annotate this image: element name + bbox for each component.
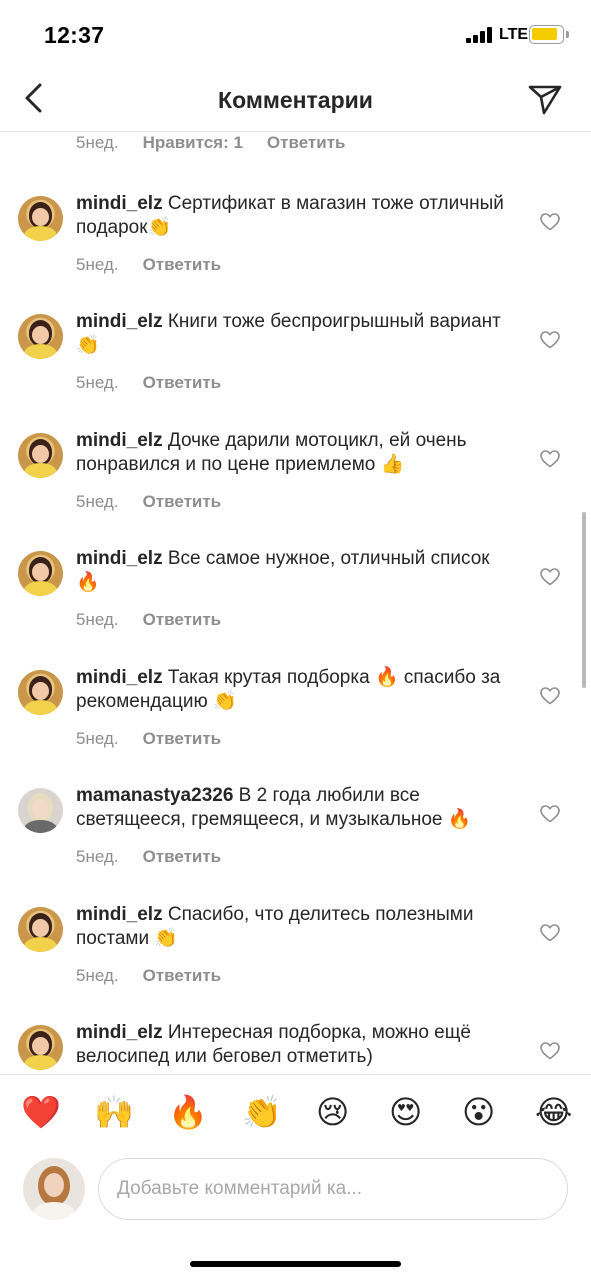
comment-meta: 5нед. Ответить <box>76 966 221 986</box>
heart-outline-icon[interactable] <box>540 805 560 823</box>
comment-item: mindi_elz Сертификат в магазин тоже отли… <box>0 192 591 313</box>
comment-time: 5нед. <box>76 966 119 985</box>
heart-outline-icon[interactable] <box>540 687 560 705</box>
reply-button[interactable]: Ответить <box>143 492 222 512</box>
reply-button[interactable]: Ответить <box>143 610 222 630</box>
emoji-bar: ❤️ 🙌 🔥 👏 😢 😍 😮 😂 <box>0 1074 591 1148</box>
comment-text: mindi_elz Сертификат в магазин тоже отли… <box>76 192 516 240</box>
comment-text: mamanastya2326 В 2 года любили все светя… <box>76 784 516 832</box>
reply-button[interactable]: Ответить <box>143 373 222 393</box>
crying-emoji[interactable]: 😢 <box>316 1093 349 1131</box>
heart-eyes-emoji[interactable]: 😍 <box>389 1093 422 1131</box>
scrollbar[interactable] <box>582 512 586 688</box>
heart-emoji[interactable]: ❤️ <box>21 1093 61 1131</box>
comment-meta: 5нед. Ответить <box>76 847 221 867</box>
comment-meta: 5нед. Ответить <box>76 373 221 393</box>
comment-likes[interactable]: Нравится: 1 <box>143 133 243 153</box>
reply-button[interactable]: Ответить <box>143 729 222 749</box>
comment-username[interactable]: mindi_elz <box>76 548 163 569</box>
comment-time: 5нед. <box>76 492 119 511</box>
comment-username[interactable]: mindi_elz <box>76 311 163 332</box>
comment-text: mindi_elz Интересная подборка, можно ещё… <box>76 1021 516 1069</box>
avatar[interactable] <box>18 196 63 241</box>
share-button[interactable] <box>526 80 564 118</box>
cellular-signal-icon <box>466 27 494 43</box>
avatar[interactable] <box>18 788 63 833</box>
reply-button[interactable]: Ответить <box>143 847 222 867</box>
partial-comment-meta: 5нед. Нравится: 1 Ответить <box>76 133 345 153</box>
comment-item: mindi_elz Все самое нужное, отличный спи… <box>0 547 591 668</box>
raised-hands-emoji[interactable]: 🙌 <box>94 1093 134 1131</box>
comments-list[interactable]: 5нед. Нравится: 1 Ответить mindi_elz Сер… <box>0 132 591 1074</box>
comment-item: mindi_elz Дочке дарили мотоцикл, ей очен… <box>0 429 591 550</box>
comment-text: mindi_elz Такая крутая подборка 🔥 спасиб… <box>76 666 516 714</box>
heart-outline-icon[interactable] <box>540 450 560 468</box>
surprised-emoji[interactable]: 😮 <box>462 1093 495 1131</box>
battery-icon <box>529 25 564 44</box>
network-type: LTE <box>499 26 529 43</box>
comment-text: mindi_elz Книги тоже беспроигрышный вари… <box>76 310 516 358</box>
comment-username[interactable]: mindi_elz <box>76 1022 163 1043</box>
heart-outline-icon[interactable] <box>540 213 560 231</box>
avatar[interactable] <box>18 551 63 596</box>
current-user-avatar <box>23 1158 85 1220</box>
comment-username[interactable]: mindi_elz <box>76 667 163 688</box>
comment-text: mindi_elz Все самое нужное, отличный спи… <box>76 547 516 595</box>
avatar[interactable] <box>18 907 63 952</box>
comment-time: 5нед. <box>76 133 119 152</box>
battery-cap <box>566 31 569 38</box>
comment-input[interactable] <box>98 1158 568 1220</box>
laughing-emoji[interactable]: 😂 <box>535 1093 572 1131</box>
heart-outline-icon[interactable] <box>540 1042 560 1060</box>
heart-outline-icon[interactable] <box>540 331 560 349</box>
comment-item: mindi_elz Интересная подборка, можно ещё… <box>0 1021 591 1074</box>
comment-text: mindi_elz Дочке дарили мотоцикл, ей очен… <box>76 429 516 477</box>
comment-text: mindi_elz Спасибо, что делитесь полезным… <box>76 903 516 951</box>
heart-outline-icon[interactable] <box>540 924 560 942</box>
comment-username[interactable]: mindi_elz <box>76 904 163 925</box>
reply-button[interactable]: Ответить <box>143 255 222 275</box>
comment-meta: 5нед. Ответить <box>76 729 221 749</box>
reply-button[interactable]: Ответить <box>267 133 346 153</box>
paper-plane-icon <box>528 85 562 115</box>
avatar[interactable] <box>18 314 63 359</box>
comment-meta: 5нед. Ответить <box>76 492 221 512</box>
comment-time: 5нед. <box>76 847 119 866</box>
header: Комментарии <box>0 70 591 132</box>
avatar[interactable] <box>18 670 63 715</box>
comment-meta: 5нед. Ответить <box>76 255 221 275</box>
comment-time: 5нед. <box>76 373 119 392</box>
avatar[interactable] <box>18 433 63 478</box>
heart-outline-icon[interactable] <box>540 568 560 586</box>
fire-emoji[interactable]: 🔥 <box>168 1093 208 1131</box>
reply-button[interactable]: Ответить <box>143 966 222 986</box>
comment-username[interactable]: mindi_elz <box>76 430 163 451</box>
comment-time: 5нед. <box>76 610 119 629</box>
comment-username[interactable]: mamanastya2326 <box>76 785 233 806</box>
page-title: Комментарии <box>218 87 373 113</box>
comment-meta: 5нед. Ответить <box>76 610 221 630</box>
status-time: 12:37 <box>44 22 105 48</box>
avatar[interactable] <box>18 1025 63 1070</box>
comment-item: mindi_elz Книги тоже беспроигрышный вари… <box>0 310 591 431</box>
status-bar: 12:37 LTE <box>0 0 591 70</box>
comment-time: 5нед. <box>76 729 119 748</box>
comment-item: mindi_elz Спасибо, что делитесь полезным… <box>0 903 591 1024</box>
clapping-emoji[interactable]: 👏 <box>242 1093 282 1131</box>
comment-item: mindi_elz Такая крутая подборка 🔥 спасиб… <box>0 666 591 787</box>
comment-time: 5нед. <box>76 255 119 274</box>
comment-item: mamanastya2326 В 2 года любили все светя… <box>0 784 591 905</box>
comment-username[interactable]: mindi_elz <box>76 193 163 214</box>
home-indicator[interactable] <box>190 1261 401 1267</box>
